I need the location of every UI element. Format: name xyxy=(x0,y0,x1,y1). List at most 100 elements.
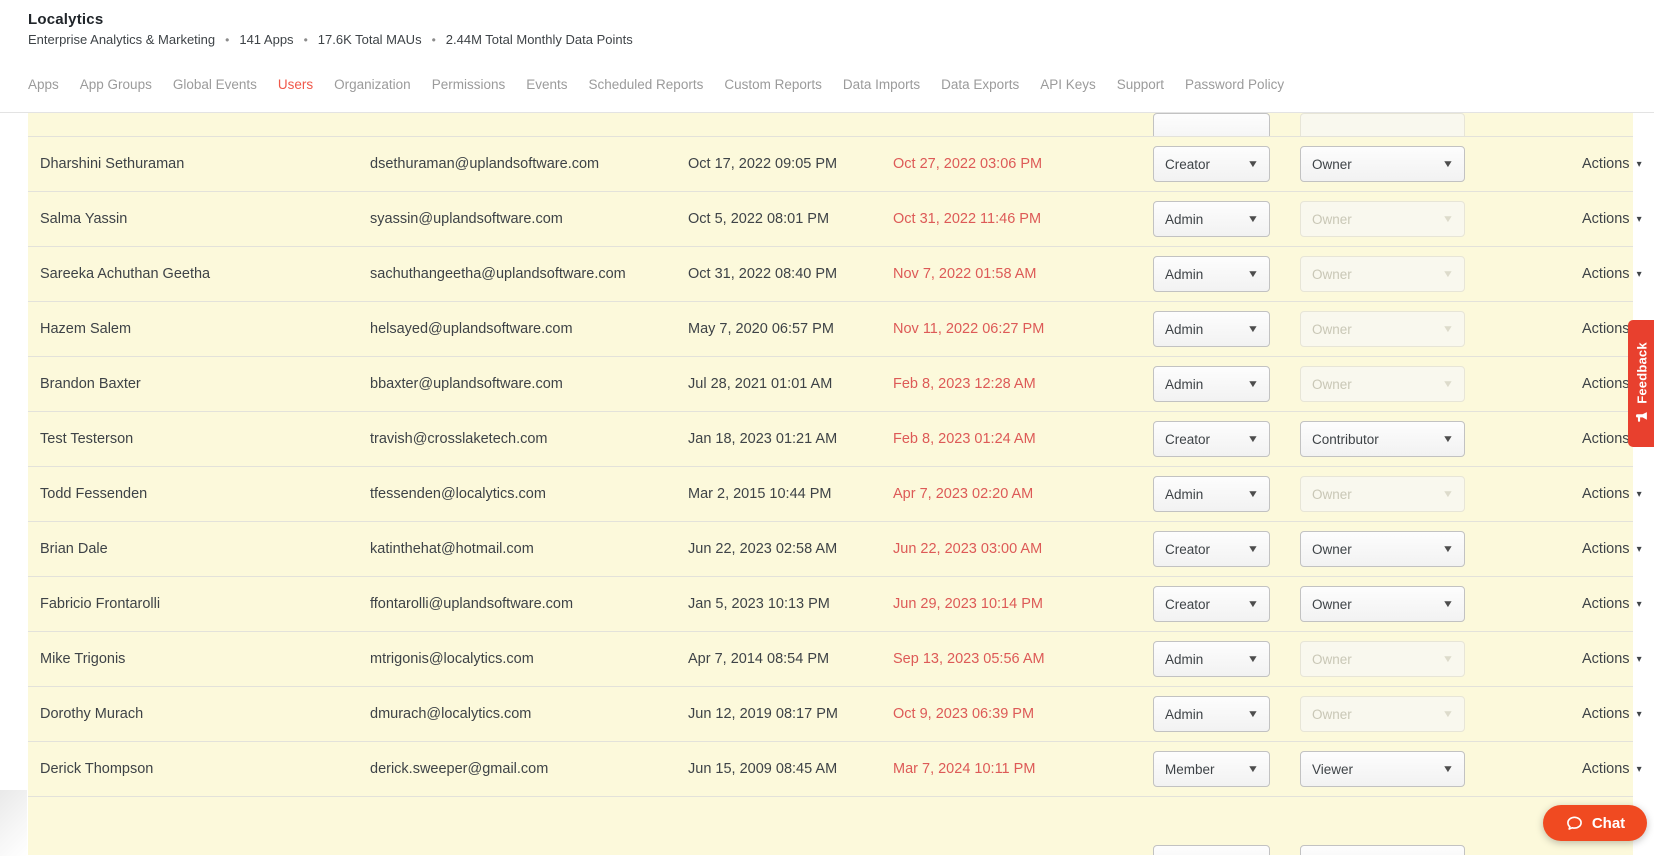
role-dropdown[interactable]: Creator ▼ xyxy=(1153,146,1270,182)
page-corner-shade xyxy=(0,790,27,856)
role-dropdown[interactable]: Member ▼ xyxy=(1153,751,1270,787)
last-login-date: Jun 29, 2023 10:14 PM xyxy=(893,596,1043,612)
actions-button[interactable]: Actions ▾ xyxy=(1527,156,1642,172)
table-row: Todd Fessenden tfessenden@localytics.com… xyxy=(28,466,1642,521)
nav-item-data-imports[interactable]: Data Imports xyxy=(843,77,920,92)
access-dropdown[interactable]: Contributor ▼ xyxy=(1300,421,1465,457)
actions-button[interactable]: Actions ▾ xyxy=(1527,541,1642,557)
access-dropdown[interactable]: Owner ▼ xyxy=(1300,146,1465,182)
role-dropdown[interactable]: Admin ▼ xyxy=(1153,201,1270,237)
table-row: Sareeka Achuthan Geetha sachuthangeetha@… xyxy=(28,246,1642,301)
actions-button[interactable]: Actions ▾ xyxy=(1527,761,1642,777)
actions-button[interactable]: Actions ▾ xyxy=(1527,266,1642,282)
user-name: Test Testerson xyxy=(40,431,134,447)
chevron-down-icon: ▼ xyxy=(1441,598,1455,610)
org-subtitle: Enterprise Analytics & Marketing xyxy=(28,32,216,47)
nav-item-global-events[interactable]: Global Events xyxy=(173,77,257,92)
last-login-date: Nov 7, 2022 01:58 AM xyxy=(893,266,1037,282)
role-dropdown[interactable]: Admin ▼ xyxy=(1153,256,1270,292)
actions-button[interactable]: Actions ▾ xyxy=(1527,431,1642,447)
nav-item-custom-reports[interactable]: Custom Reports xyxy=(724,77,822,92)
nav-item-support[interactable]: Support xyxy=(1117,77,1164,92)
nav-item-events[interactable]: Events xyxy=(526,77,567,92)
table-row: Salma Yassin syassin@uplandsoftware.com … xyxy=(28,191,1642,246)
role-dropdown[interactable]: Creator ▼ xyxy=(1153,531,1270,567)
feedback-tab[interactable]: Feedback xyxy=(1628,320,1654,447)
table-row: Brian Dale katinthehat@hotmail.com Jun 2… xyxy=(28,521,1642,576)
access-dropdown[interactable]: Owner ▼ xyxy=(1300,311,1465,347)
role-dropdown[interactable]: Creator ▼ xyxy=(1153,586,1270,622)
nav-item-users[interactable]: Users xyxy=(278,77,313,92)
user-email: derick.sweeper@gmail.com xyxy=(370,761,549,777)
nav-item-apps[interactable]: Apps xyxy=(28,77,59,92)
table-row: Mike Trigonis mtrigonis@localytics.com A… xyxy=(28,631,1642,686)
role-dropdown[interactable]: Admin ▼ xyxy=(1153,641,1270,677)
access-dropdown[interactable]: Viewer ▼ xyxy=(1300,751,1465,787)
nav-item-password-policy[interactable]: Password Policy xyxy=(1185,77,1284,92)
user-email: helsayed@uplandsoftware.com xyxy=(370,321,573,337)
actions-button[interactable]: Actions ▾ xyxy=(1527,596,1642,612)
access-dropdown[interactable]: Owner ▼ xyxy=(1300,366,1465,402)
access-dropdown[interactable]: Owner ▼ xyxy=(1300,476,1465,512)
actions-button-label: Actions xyxy=(1582,156,1630,172)
access-dropdown[interactable]: Owner ▼ xyxy=(1300,696,1465,732)
chevron-down-icon: ▼ xyxy=(1441,653,1455,665)
role-dropdown[interactable] xyxy=(1153,845,1270,855)
created-date: Oct 31, 2022 08:40 PM xyxy=(688,266,838,282)
nav-item-scheduled-reports[interactable]: Scheduled Reports xyxy=(589,77,704,92)
chat-launcher-button[interactable]: Chat xyxy=(1543,805,1647,841)
chevron-down-icon: ▼ xyxy=(1246,268,1260,280)
actions-button[interactable]: Actions ▾ xyxy=(1527,651,1642,667)
chevron-down-icon: ▼ xyxy=(1246,213,1260,225)
actions-button[interactable]: Actions ▾ xyxy=(1527,706,1642,722)
role-dropdown-value: Creator xyxy=(1165,156,1211,172)
access-dropdown[interactable] xyxy=(1300,113,1465,136)
role-dropdown-value: Admin xyxy=(1165,266,1204,282)
role-dropdown[interactable]: Admin ▼ xyxy=(1153,311,1270,347)
access-dropdown[interactable]: Owner ▼ xyxy=(1300,586,1465,622)
chevron-down-icon: ▼ xyxy=(1441,543,1455,555)
feedback-tab-label: Feedback xyxy=(1634,342,1649,404)
created-date: Oct 5, 2022 08:01 PM xyxy=(688,211,830,227)
nav-item-app-groups[interactable]: App Groups xyxy=(80,77,152,92)
access-dropdown[interactable]: Owner ▼ xyxy=(1300,531,1465,567)
nav-item-permissions[interactable]: Permissions xyxy=(432,77,506,92)
access-dropdown[interactable]: Owner ▼ xyxy=(1300,201,1465,237)
chevron-down-icon: ▼ xyxy=(1441,268,1455,280)
role-dropdown[interactable]: Admin ▼ xyxy=(1153,366,1270,402)
last-login-date: Oct 31, 2022 11:46 PM xyxy=(893,211,1042,227)
actions-button[interactable]: Actions ▾ xyxy=(1527,376,1642,392)
created-date: Jun 15, 2009 08:45 AM xyxy=(688,761,838,777)
nav-item-data-exports[interactable]: Data Exports xyxy=(941,77,1019,92)
nav-item-organization[interactable]: Organization xyxy=(334,77,411,92)
access-dropdown-value: Owner xyxy=(1312,541,1352,557)
chevron-down-icon: ▼ xyxy=(1441,323,1455,335)
access-dropdown-value: Owner xyxy=(1312,651,1352,667)
created-date: Apr 7, 2014 08:54 PM xyxy=(688,651,830,667)
access-dropdown[interactable]: Owner ▼ xyxy=(1300,641,1465,677)
role-dropdown[interactable]: Creator ▼ xyxy=(1153,421,1270,457)
role-dropdown-value: Admin xyxy=(1165,706,1204,722)
last-login-date: Feb 8, 2023 01:24 AM xyxy=(893,431,1036,447)
created-date: Oct 17, 2022 09:05 PM xyxy=(688,156,838,172)
actions-button[interactable]: Actions ▾ xyxy=(1527,211,1642,227)
user-name: Fabricio Frontarolli xyxy=(40,596,161,612)
chevron-down-icon: ▼ xyxy=(1441,433,1455,445)
actions-button[interactable]: Actions ▾ xyxy=(1527,321,1642,337)
role-dropdown[interactable]: Admin ▼ xyxy=(1153,696,1270,732)
user-email: dsethuraman@uplandsoftware.com xyxy=(370,156,600,172)
table-row: Test Testerson travish@crosslaketech.com… xyxy=(28,411,1642,466)
access-dropdown[interactable] xyxy=(1300,845,1465,855)
role-dropdown[interactable]: Admin ▼ xyxy=(1153,476,1270,512)
nav-item-api-keys[interactable]: API Keys xyxy=(1040,77,1096,92)
access-dropdown[interactable]: Owner ▼ xyxy=(1300,256,1465,292)
caret-down-icon: ▾ xyxy=(1636,763,1642,775)
access-dropdown-value: Owner xyxy=(1312,486,1352,502)
actions-button-label: Actions xyxy=(1582,211,1630,227)
user-email: katinthehat@hotmail.com xyxy=(370,541,534,557)
role-dropdown[interactable] xyxy=(1153,113,1270,136)
role-dropdown-value: Creator xyxy=(1165,541,1211,557)
user-name: Salma Yassin xyxy=(40,211,128,227)
last-login-date: Jun 22, 2023 03:00 AM xyxy=(893,541,1043,557)
actions-button[interactable]: Actions ▾ xyxy=(1527,486,1642,502)
